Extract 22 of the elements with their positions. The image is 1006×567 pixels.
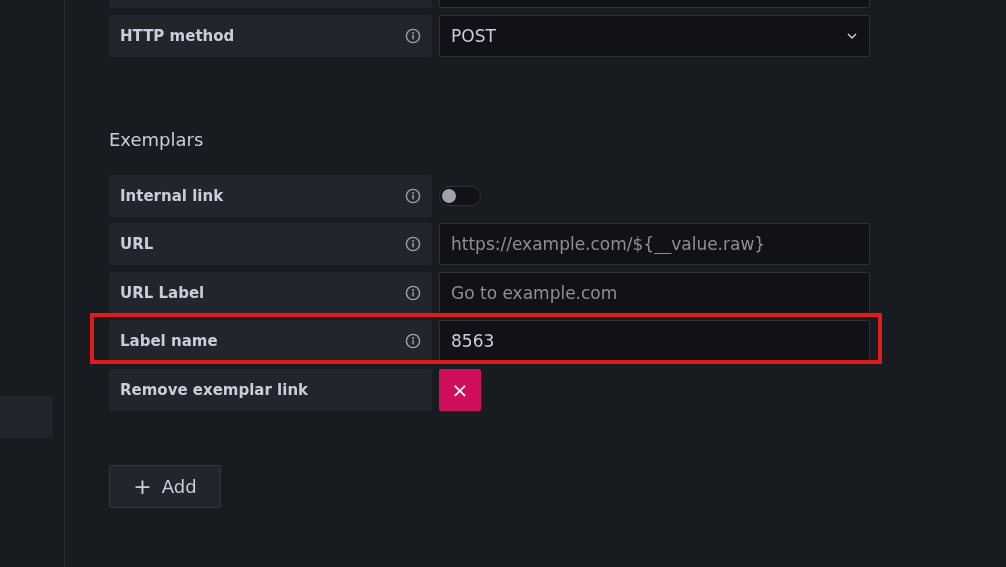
info-icon [405, 27, 421, 44]
field-label: Internal link [120, 186, 224, 205]
field-label: HTTP method [120, 26, 235, 45]
remove-button[interactable]: × [439, 368, 481, 411]
method-select[interactable]: POST [439, 14, 870, 57]
select-value: POST [451, 25, 496, 46]
add-button[interactable]: + Add [109, 465, 221, 508]
chevron-down-icon [846, 31, 858, 40]
info-icon [405, 284, 421, 301]
plus-icon: + [133, 474, 152, 499]
toggle-switch[interactable] [439, 185, 481, 206]
text-input[interactable]: 8563 [439, 320, 870, 362]
field-label: URL [120, 235, 154, 253]
text-input[interactable]: Go to example.com [439, 271, 870, 314]
field-label: Remove exemplar link [120, 380, 309, 399]
field-label: URL Label [120, 283, 205, 302]
section-heading: Exemplars [109, 129, 205, 150]
info-icon [405, 236, 421, 252]
field-label: Label name [120, 332, 218, 350]
info-icon [405, 333, 421, 349]
info-icon [405, 187, 421, 204]
text-input[interactable]: https://example.com/${__value.raw} [439, 223, 870, 265]
